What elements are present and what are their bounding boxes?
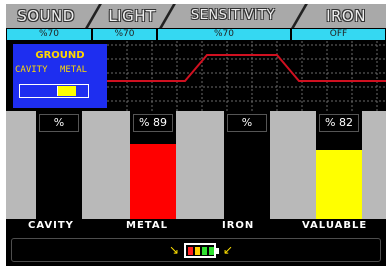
battery-icon	[184, 243, 216, 258]
lightning-icon: ↙	[223, 243, 234, 257]
iron-percent: %	[227, 114, 267, 132]
status-bar: ↘ ↙	[11, 238, 381, 262]
ground-balance-panel[interactable]: GROUND CAVITY METAL	[13, 44, 107, 108]
ground-metal-label: METAL	[60, 65, 88, 75]
tab-values-row: %70 %70 %70 OFF	[6, 28, 386, 41]
tab-iron[interactable]: IRON	[306, 4, 386, 28]
iron-bar: %	[224, 111, 270, 219]
valuable-percent: % 82	[319, 114, 359, 132]
valuable-bar-fill	[316, 150, 362, 219]
ground-slider[interactable]	[19, 84, 89, 98]
light-value: %70	[93, 29, 156, 40]
sound-value: %70	[7, 29, 91, 40]
metal-label: METAL	[126, 220, 168, 231]
metal-bar-fill	[130, 144, 176, 219]
valuable-bar: % 82	[316, 111, 362, 219]
detection-bars-panel: % % 89 % % 82	[6, 111, 386, 219]
battery-cell	[202, 247, 207, 255]
ground-slider-fill	[57, 86, 76, 96]
cavity-percent: %	[39, 114, 79, 132]
iron-value: OFF	[292, 29, 385, 40]
battery-terminal	[216, 248, 219, 254]
metal-percent: % 89	[133, 114, 173, 132]
battery-cell	[209, 247, 214, 255]
battery-cell	[188, 247, 193, 255]
metal-bar: % 89	[130, 111, 176, 219]
tab-sensitivity[interactable]: SENSITIVITY	[174, 4, 292, 28]
battery-cell	[195, 247, 200, 255]
signal-graph	[107, 41, 386, 111]
tab-bar: SOUND LIGHT SENSITIVITY IRON	[6, 4, 386, 28]
tab-sound[interactable]: SOUND	[6, 4, 86, 28]
bar-labels-row: CAVITY METAL IRON VALUABLE	[6, 219, 386, 233]
ground-title: GROUND	[35, 50, 85, 61]
cavity-label: CAVITY	[28, 220, 74, 231]
ground-cavity-label: CAVITY	[15, 65, 48, 75]
cavity-bar: %	[36, 111, 82, 219]
sensitivity-value: %70	[158, 29, 290, 40]
iron-label: IRON	[222, 220, 255, 231]
graph-grid	[107, 41, 386, 111]
tab-light[interactable]: LIGHT	[98, 4, 166, 28]
valuable-label: VALUABLE	[302, 220, 368, 231]
detector-screen: SOUND LIGHT SENSITIVITY IRON %70 %70 %70…	[6, 4, 386, 266]
lightning-icon: ↘	[169, 243, 180, 257]
